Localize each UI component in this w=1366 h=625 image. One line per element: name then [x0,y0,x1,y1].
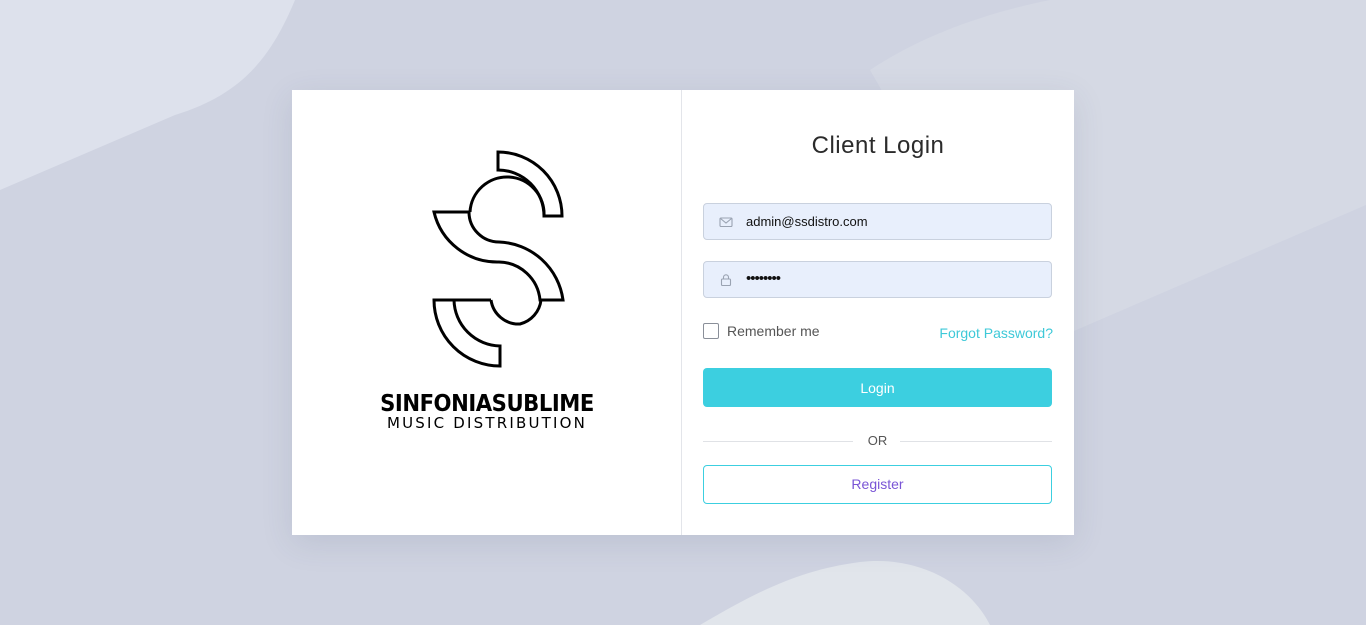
brand-tagline: MUSIC DISTRIBUTION [386,414,588,432]
login-form: Client Login admin@ssdistro.com ••••••••… [682,90,1074,535]
password-field[interactable]: •••••••• [703,261,1052,298]
remember-label: Remember me [727,323,820,339]
email-field[interactable]: admin@ssdistro.com [703,203,1052,240]
email-value: admin@ssdistro.com [746,214,868,229]
forgot-password-link[interactable]: Forgot Password? [939,325,1053,341]
remember-checkbox[interactable] [703,323,719,339]
s-arc-logo-icon [432,150,565,368]
remember-me[interactable]: Remember me [703,323,820,339]
password-value: •••••••• [746,270,781,287]
page-title: Client Login [811,132,945,159]
login-card: SINFONIASUBLIME MUSIC DISTRIBUTION Clien… [292,90,1074,535]
divider-line-right [900,441,1052,442]
login-button[interactable]: Login [703,368,1052,407]
brand-panel: SINFONIASUBLIME MUSIC DISTRIBUTION [292,90,682,535]
register-button[interactable]: Register [703,465,1052,504]
lock-icon [720,274,732,287]
or-divider: OR [703,433,1052,449]
envelope-icon [719,217,733,228]
